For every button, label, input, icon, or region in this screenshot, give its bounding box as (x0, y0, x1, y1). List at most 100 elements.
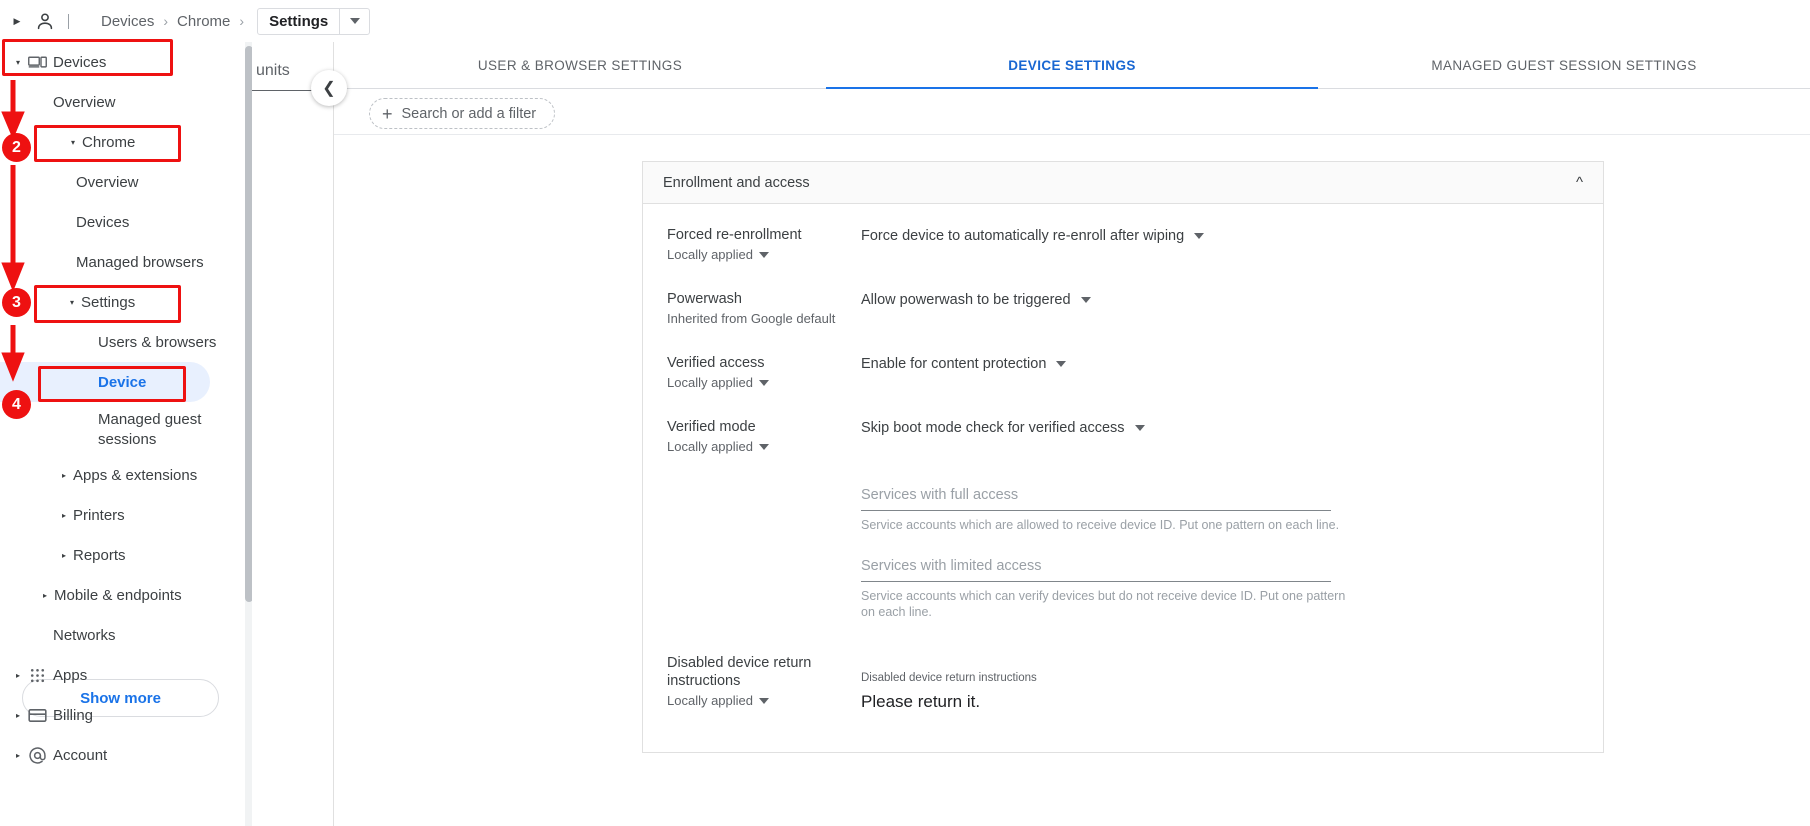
triangle-down-icon (759, 379, 770, 386)
collapse-panel-button[interactable]: ❮ (311, 70, 347, 106)
enrollment-and-access-card: Enrollment and access ^ Forced re-enroll… (642, 161, 1604, 753)
triangle-down-icon (759, 251, 770, 258)
verified-mode-dropdown[interactable]: Skip boot mode check for verified access (861, 420, 1145, 436)
setting-value-block: Allow powerwash to be triggered (861, 290, 1603, 326)
plus-icon: + (382, 103, 393, 124)
sidebar-item-device[interactable]: Device (0, 362, 252, 402)
setting-scope: Inherited from Google default (667, 311, 851, 326)
triangle-down-icon (759, 697, 770, 704)
setting-scope[interactable]: Locally applied (667, 439, 851, 454)
breadcrumb-separator: › (239, 13, 245, 29)
services-limited-access-input[interactable]: Services with limited access (861, 557, 1331, 582)
sidebar-item-mobile-endpoints[interactable]: ▸ Mobile & endpoints (0, 575, 252, 615)
setting-scope[interactable]: Locally applied (667, 375, 851, 390)
sidebar-item-devices[interactable]: ▾ Devices (0, 42, 252, 82)
triangle-down-icon (1134, 425, 1145, 431)
setting-value-block: Force device to automatically re-enroll … (861, 226, 1603, 262)
setting-scope[interactable]: Locally applied (667, 247, 851, 262)
return-instructions-value[interactable]: Please return it. (861, 692, 1603, 712)
sidebar-item-label: Printers (73, 506, 125, 524)
sidebar-item-label: Chrome (82, 133, 136, 151)
devices-icon (27, 52, 53, 73)
sidebar-item-label: Overview (53, 93, 116, 111)
sidebar-item-label: Devices (53, 53, 107, 71)
tab-managed-guest-session-settings[interactable]: MANAGED GUEST SESSION SETTINGS (1318, 42, 1810, 89)
sidebar-item-label: Mobile & endpoints (54, 586, 182, 604)
sidebar-item-networks[interactable]: Networks (0, 615, 252, 655)
setting-label: Verified mode (667, 419, 756, 435)
breadcrumb: Devices › Chrome › Settings (99, 7, 371, 35)
setting-row-verified-mode: Verified mode Locally applied Skip boot … (643, 418, 1603, 454)
sidebar-item-users-browsers[interactable]: Users & browsers (0, 322, 252, 362)
chevron-down-icon[interactable] (339, 8, 369, 34)
triangle-down-icon (759, 443, 770, 450)
triangle-right-icon: ▸ (61, 550, 66, 560)
triangle-down-icon: ▾ (69, 297, 74, 307)
nav-expand-icon[interactable]: ▶ (10, 14, 24, 28)
sidebar-item-label: Apps & extensions (73, 466, 198, 484)
breadcrumb-separator: › (163, 13, 169, 29)
sidebar-item-reports[interactable]: ▸ Reports (0, 535, 252, 575)
search-filter-chip[interactable]: + Search or add a filter (369, 98, 556, 129)
return-instructions-field-label: Disabled device return instructions (861, 672, 1037, 684)
setting-label-block: Disabled device return instructions Loca… (667, 654, 861, 712)
triangle-right-icon: ▸ (15, 710, 20, 720)
breadcrumb-item-chrome[interactable]: Chrome (175, 13, 232, 30)
filter-bar: + Search or add a filter (334, 89, 1810, 135)
setting-scope-label: Locally applied (667, 375, 754, 390)
setting-row-verified-access: Verified access Locally applied Enable f… (643, 354, 1603, 390)
sidebar-item-label: Reports (73, 546, 126, 564)
card-header[interactable]: Enrollment and access ^ (643, 162, 1603, 204)
triangle-right-icon: ▸ (15, 670, 20, 680)
setting-scope-label: Inherited from Google default (667, 311, 836, 326)
org-units-panel: units (252, 42, 334, 826)
sidebar-item-overview[interactable]: Overview (0, 82, 252, 122)
tab-device-settings[interactable]: DEVICE SETTINGS (826, 42, 1318, 90)
tab-user-browser-settings[interactable]: USER & BROWSER SETTINGS (334, 42, 826, 89)
input-placeholder: Services with full access (861, 487, 1019, 503)
sidebar-item-label: Device (98, 373, 147, 391)
triangle-down-icon: ▾ (70, 137, 75, 147)
sidebar-item-printers[interactable]: ▸ Printers (0, 495, 252, 535)
breadcrumb-current-chip[interactable]: Settings (257, 7, 371, 35)
settings-tabs: USER & BROWSER SETTINGS DEVICE SETTINGS … (334, 42, 1810, 90)
dropdown-value: Force device to automatically re-enroll … (861, 228, 1185, 244)
sidebar-item-apps-extensions[interactable]: ▸ Apps & extensions (0, 455, 252, 495)
setting-label: Verified access (667, 355, 765, 371)
services-full-access-block: Services with full access Service accoun… (643, 486, 1603, 533)
dropdown-value: Enable for content protection (861, 356, 1047, 372)
app-header: ▶ Devices › Chrome › Settings (0, 0, 1810, 42)
triangle-down-icon: ▾ (15, 57, 20, 67)
search-filter-placeholder: Search or add a filter (401, 105, 537, 122)
breadcrumb-item-devices[interactable]: Devices (99, 13, 156, 30)
sidebar-item-chrome[interactable]: ▾ Chrome (0, 122, 252, 162)
verified-access-dropdown[interactable]: Enable for content protection (861, 356, 1067, 372)
sidebar-item-managed-browsers[interactable]: Managed browsers (0, 242, 252, 282)
sidebar-item-chrome-overview[interactable]: Overview (0, 162, 252, 202)
sidebar-item-label: Networks (53, 626, 116, 644)
chevron-up-icon[interactable]: ^ (1576, 174, 1583, 191)
forced-re-enrollment-dropdown[interactable]: Force device to automatically re-enroll … (861, 228, 1205, 244)
apps-grid-icon (27, 665, 53, 686)
sidebar-item-account[interactable]: ▸ Account (0, 735, 252, 775)
sidebar-item-label: Managed browsers (76, 253, 204, 271)
sidebar-item-label: Account (53, 746, 108, 764)
setting-scope-label: Locally applied (667, 439, 754, 454)
input-placeholder: Services with limited access (861, 558, 1042, 574)
setting-scope-label: Locally applied (667, 247, 754, 262)
setting-scope[interactable]: Locally applied (667, 693, 851, 708)
input-help-text: Service accounts which can verify device… (861, 589, 1346, 619)
setting-value-block: Skip boot mode check for verified access (861, 418, 1603, 454)
services-full-access-input[interactable]: Services with full access (861, 486, 1331, 511)
person-icon[interactable] (34, 10, 56, 32)
sidebar-item-chrome-devices[interactable]: Devices (0, 202, 252, 242)
triangle-down-icon (1056, 361, 1067, 367)
powerwash-dropdown[interactable]: Allow powerwash to be triggered (861, 292, 1091, 308)
triangle-right-icon: ▸ (42, 590, 47, 600)
setting-label: Forced re-enrollment (667, 227, 802, 243)
setting-label-block: Powerwash Inherited from Google default (667, 290, 861, 326)
sidebar-item-settings[interactable]: ▾ Settings (0, 282, 252, 322)
sidebar-item-managed-guest-sessions[interactable]: Managed guest sessions (0, 402, 210, 455)
dropdown-value: Skip boot mode check for verified access (861, 420, 1125, 436)
setting-label: Disabled device return instructions (667, 655, 812, 689)
